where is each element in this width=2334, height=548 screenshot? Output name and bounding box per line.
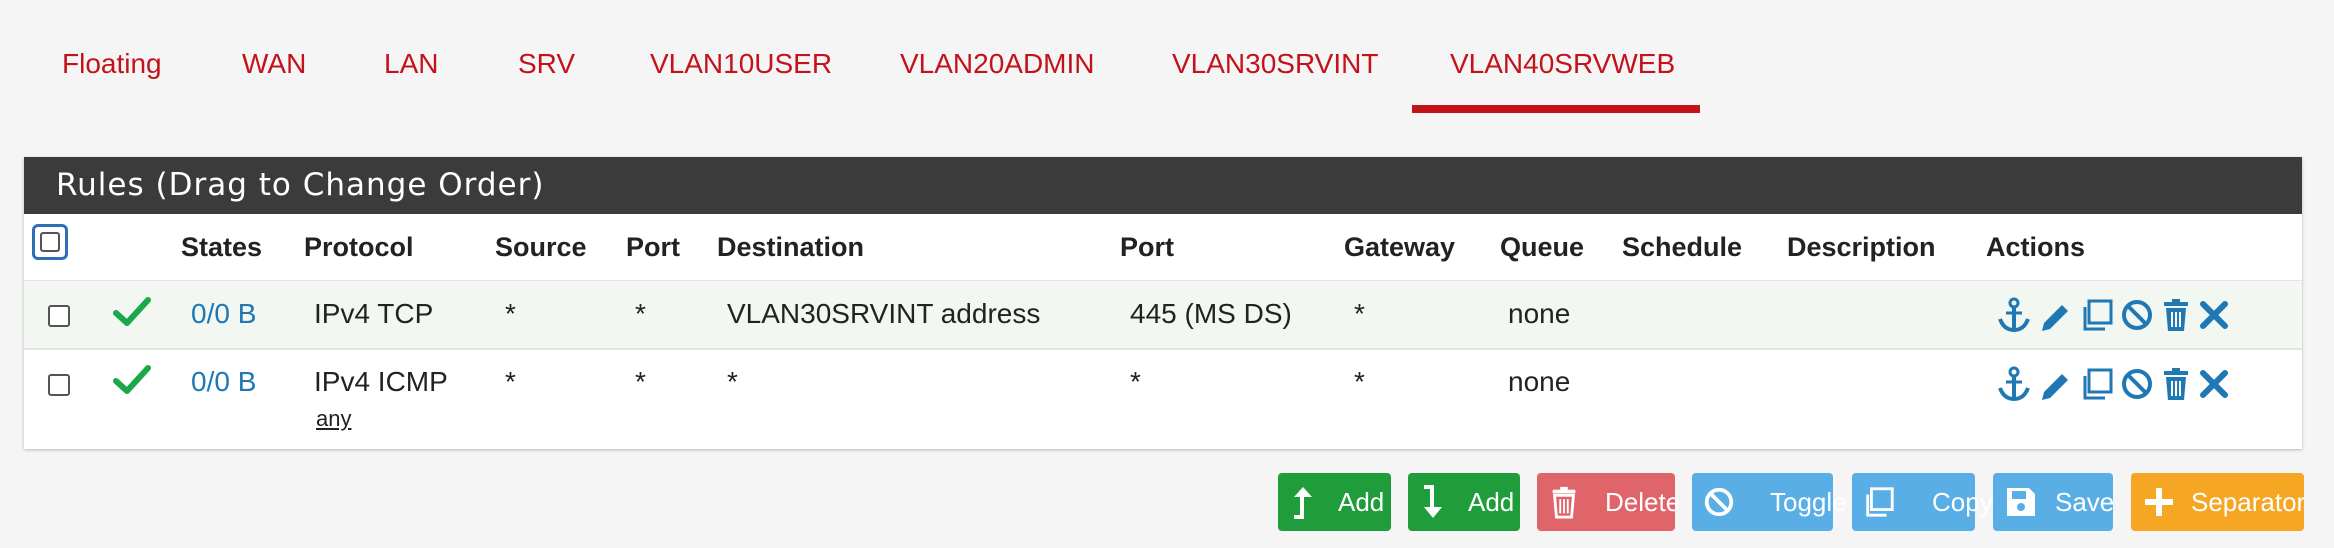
panel-heading: Rules (Drag to Change Order) xyxy=(24,157,2302,214)
floppy-disk-icon xyxy=(2007,488,2035,516)
delete-label: Delete xyxy=(1605,487,1681,517)
ban-icon[interactable] xyxy=(2119,366,2155,402)
pencil-icon[interactable] xyxy=(2038,366,2074,402)
tab-vlan30srvint[interactable]: VLAN30SRVINT xyxy=(1172,44,1378,84)
ban-icon[interactable] xyxy=(2119,297,2155,333)
add-bottom-button[interactable]: Add xyxy=(1408,473,1520,531)
col-description: Description xyxy=(1787,232,1936,262)
delete-button[interactable]: Delete xyxy=(1537,473,1680,531)
interface-tabs: Floating WAN LAN SRV VLAN10USER VLAN20AD… xyxy=(0,0,2334,118)
col-actions: Actions xyxy=(1986,232,2086,262)
toggle-button[interactable]: Toggle xyxy=(1692,473,1847,531)
col-protocol: Protocol xyxy=(304,232,414,262)
add-top-button[interactable]: Add xyxy=(1278,473,1391,531)
trash-icon xyxy=(1552,486,1576,519)
plus-icon xyxy=(2145,488,2173,516)
gateway-value: * xyxy=(1354,298,1365,329)
arrow-up-icon xyxy=(1294,487,1312,519)
separator-label: Separator xyxy=(2191,487,2306,517)
tab-vlan10user[interactable]: VLAN10USER xyxy=(650,44,832,84)
toggle-label: Toggle xyxy=(1770,487,1847,517)
row-checkbox[interactable] xyxy=(48,305,70,327)
active-tab-indicator xyxy=(1412,105,1700,113)
port-value: * xyxy=(635,366,646,397)
copy-icon[interactable] xyxy=(2079,297,2115,333)
dest-port-value: * xyxy=(1130,366,1141,397)
table-row[interactable]: 0/0 B IPv4 TCP * * VLAN30SRVINT address … xyxy=(24,281,2302,350)
protocol-value: IPv4 ICMP xyxy=(314,366,448,397)
source-value: * xyxy=(505,298,516,329)
icmp-type-link[interactable]: any xyxy=(316,406,351,432)
pencil-icon[interactable] xyxy=(2038,297,2074,333)
add-bottom-label: Add xyxy=(1468,487,1515,517)
source-value: * xyxy=(505,366,516,397)
col-source: Source xyxy=(495,232,587,262)
queue-value: none xyxy=(1508,366,1571,397)
states-link[interactable]: 0/0 B xyxy=(191,366,256,398)
anchor-icon[interactable] xyxy=(1996,366,2032,402)
col-gateway: Gateway xyxy=(1344,232,1456,262)
table-row[interactable]: 0/0 B IPv4 ICMP any * * * * * none xyxy=(24,350,2302,449)
tab-vlan40srvweb[interactable]: VLAN40SRVWEB xyxy=(1450,44,1675,84)
times-icon[interactable] xyxy=(2196,366,2232,402)
copy-icon[interactable] xyxy=(2079,366,2115,402)
times-icon[interactable] xyxy=(2196,297,2232,333)
row-checkbox[interactable] xyxy=(48,374,70,396)
destination-value: * xyxy=(727,366,738,397)
copy-label: Copy xyxy=(1932,487,1993,517)
save-button[interactable]: Save xyxy=(1993,473,2115,531)
tab-lan[interactable]: LAN xyxy=(384,44,438,84)
protocol-value: IPv4 TCP xyxy=(314,298,434,329)
tab-vlan20admin[interactable]: VLAN20ADMIN xyxy=(900,44,1095,84)
port-value: * xyxy=(635,298,646,329)
tab-wan[interactable]: WAN xyxy=(242,44,306,84)
anchor-icon[interactable] xyxy=(1996,297,2032,333)
col-dest-port: Port xyxy=(1120,232,1174,262)
col-states: States xyxy=(181,232,263,262)
add-top-label: Add xyxy=(1338,487,1385,517)
col-port: Port xyxy=(626,232,680,262)
arrow-down-icon xyxy=(1424,485,1442,518)
gateway-value: * xyxy=(1354,366,1365,397)
check-icon[interactable] xyxy=(112,364,152,396)
trash-icon[interactable] xyxy=(2158,366,2194,402)
copy-button[interactable]: Copy xyxy=(1852,473,1993,531)
save-label: Save xyxy=(2055,487,2115,517)
ban-icon xyxy=(1704,487,1734,517)
tab-srv[interactable]: SRV xyxy=(518,44,575,84)
separator-button[interactable]: Separator xyxy=(2131,473,2306,531)
check-icon[interactable] xyxy=(112,296,152,328)
col-schedule: Schedule xyxy=(1622,232,1743,262)
dest-port-value: 445 (MS DS) xyxy=(1130,298,1292,329)
copy-icon xyxy=(1866,487,1894,517)
tab-floating[interactable]: Floating xyxy=(62,44,162,84)
panel-title: Rules (Drag to Change Order) xyxy=(56,167,545,203)
table-header-row: States Protocol Source Port Destination … xyxy=(24,214,2302,282)
states-link[interactable]: 0/0 B xyxy=(191,298,256,330)
col-queue: Queue xyxy=(1500,232,1585,262)
col-destination: Destination xyxy=(717,232,865,262)
destination-value: VLAN30SRVINT address xyxy=(727,298,1041,329)
select-all-checkbox[interactable] xyxy=(32,224,68,260)
rules-panel: Rules (Drag to Change Order) States Prot… xyxy=(24,157,2302,449)
queue-value: none xyxy=(1508,298,1571,329)
trash-icon[interactable] xyxy=(2158,297,2194,333)
